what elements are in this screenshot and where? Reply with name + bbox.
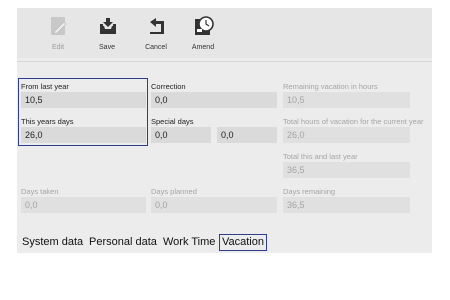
tab-system-data[interactable]: System data: [22, 235, 83, 250]
remaining-hours-input: 10,5: [283, 92, 410, 108]
edit-button-label: Edit: [51, 44, 65, 51]
tab-work-time[interactable]: Work Time: [163, 235, 215, 250]
pencil-icon: [51, 17, 67, 35]
total-hours-current-input: 26,0: [283, 127, 410, 143]
tab-bar: System data Personal data Work Time Vaca…: [17, 234, 432, 252]
clock-pencil-icon: [195, 16, 214, 35]
amend-button-label: Amend: [191, 44, 215, 51]
days-remaining-label: Days remaining: [283, 187, 336, 196]
vacation-window: Edit Save Cancel Amend From last year 10…: [17, 8, 432, 253]
amend-button[interactable]: Amend: [180, 14, 226, 58]
from-last-year-input[interactable]: 10,5: [21, 92, 146, 108]
save-tray-icon: [100, 18, 116, 34]
cancel-button[interactable]: Cancel: [133, 14, 179, 58]
total-hours-current-label: Total hours of vacation for the current …: [283, 117, 424, 126]
this-years-days-label: This years days: [21, 117, 74, 126]
total-this-last-input: 36,5: [283, 162, 410, 178]
tab-vacation[interactable]: Vacation: [219, 234, 267, 251]
correction-input[interactable]: 0,0: [151, 92, 277, 108]
cancel-button-label: Cancel: [145, 44, 167, 51]
from-last-year-label: From last year: [21, 82, 69, 91]
undo-arrow-icon: [150, 18, 164, 34]
days-planned-input: 0,0: [151, 197, 277, 213]
remaining-hours-label: Remaining vacation in hours: [283, 82, 378, 91]
total-this-last-label: Total this and last year: [283, 152, 358, 161]
save-button[interactable]: Save: [84, 14, 130, 58]
toolbar: Edit Save Cancel Amend: [17, 8, 432, 58]
days-remaining-input: 36,5: [283, 197, 410, 213]
this-years-days-input[interactable]: 26,0: [21, 127, 146, 143]
days-planned-label: Days planned: [151, 187, 197, 196]
save-button-label: Save: [99, 44, 115, 51]
vacation-form: From last year 10,5 This years days 26,0…: [17, 65, 432, 238]
special-days-label: Special days: [151, 117, 194, 126]
toolbar-separator: [17, 61, 432, 62]
correction-label: Correction: [151, 82, 186, 91]
special-days-input-1[interactable]: 0,0: [151, 127, 211, 143]
tab-personal-data[interactable]: Personal data: [89, 235, 157, 250]
days-taken-label: Days taken: [21, 187, 59, 196]
days-taken-input: 0,0: [21, 197, 146, 213]
edit-button[interactable]: Edit: [35, 14, 81, 58]
special-days-input-2[interactable]: 0,0: [217, 127, 277, 143]
